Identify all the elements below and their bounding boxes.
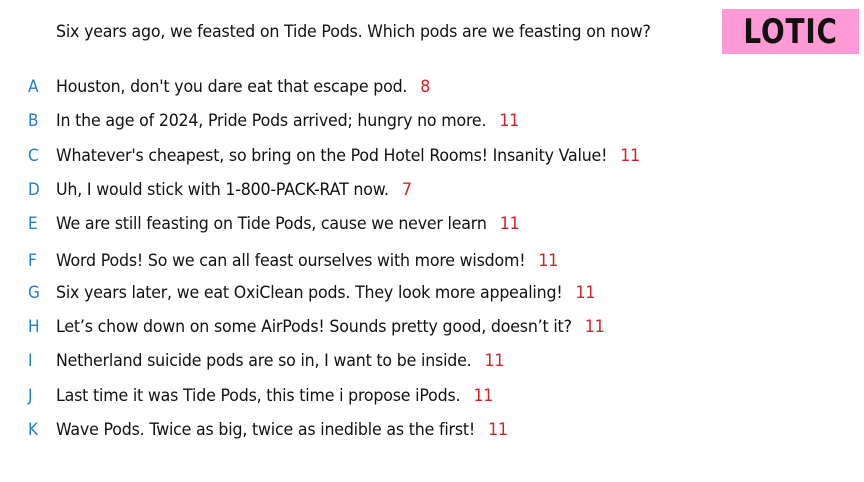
answer-text: Netherland suicide pods are so in, I wan… xyxy=(56,351,472,371)
answer-text: Six years later, we eat OxiClean pods. T… xyxy=(56,283,563,303)
answer-text: Word Pods! So we can all feast ourselves… xyxy=(56,251,526,271)
answer-letter: G xyxy=(28,283,40,303)
answer-letter: E xyxy=(28,214,38,234)
answer-count: 11 xyxy=(488,420,508,440)
answer-letter: K xyxy=(28,420,39,440)
answer-count: 7 xyxy=(401,180,412,200)
answer-letter: B xyxy=(28,111,39,131)
answer-count: 11 xyxy=(499,214,520,234)
answer-text: Uh, I would stick with 1-800-PACK-RAT no… xyxy=(56,180,389,200)
answer-count: 11 xyxy=(584,317,605,337)
answer-letter: I xyxy=(28,351,33,371)
answer-text: In the age of 2024, Pride Pods arrived; … xyxy=(56,111,487,131)
answer-letter: D xyxy=(28,180,40,200)
answer-count: 8 xyxy=(420,77,431,97)
answer-letter: C xyxy=(28,146,39,166)
answer-letter: J xyxy=(28,386,33,406)
answer-letter: H xyxy=(28,317,40,337)
answer-letter: A xyxy=(28,77,39,97)
answer-text: Houston, don't you dare eat that escape … xyxy=(56,77,408,97)
answer-count: 11 xyxy=(575,283,596,303)
answer-count: 11 xyxy=(620,146,640,166)
answer-text: Let’s chow down on some AirPods! Sounds … xyxy=(56,317,572,337)
badge-label: LOTIC xyxy=(743,11,838,52)
answer-count: 11 xyxy=(538,251,559,271)
answer-text: Last time it was Tide Pods, this time i … xyxy=(56,386,461,406)
answer-text: Whatever's cheapest, so bring on the Pod… xyxy=(56,146,608,166)
answer-text: Wave Pods. Twice as big, twice as inedib… xyxy=(56,420,476,440)
answer-count: 11 xyxy=(473,386,494,406)
lotic-badge: LOTIC xyxy=(722,9,859,54)
question-text: Six years ago, we feasted on Tide Pods. … xyxy=(56,22,651,42)
answer-count: 11 xyxy=(499,111,520,131)
answer-letter: F xyxy=(28,251,37,271)
answer-text: We are still feasting on Tide Pods, caus… xyxy=(56,214,487,234)
answer-count: 11 xyxy=(484,351,505,371)
